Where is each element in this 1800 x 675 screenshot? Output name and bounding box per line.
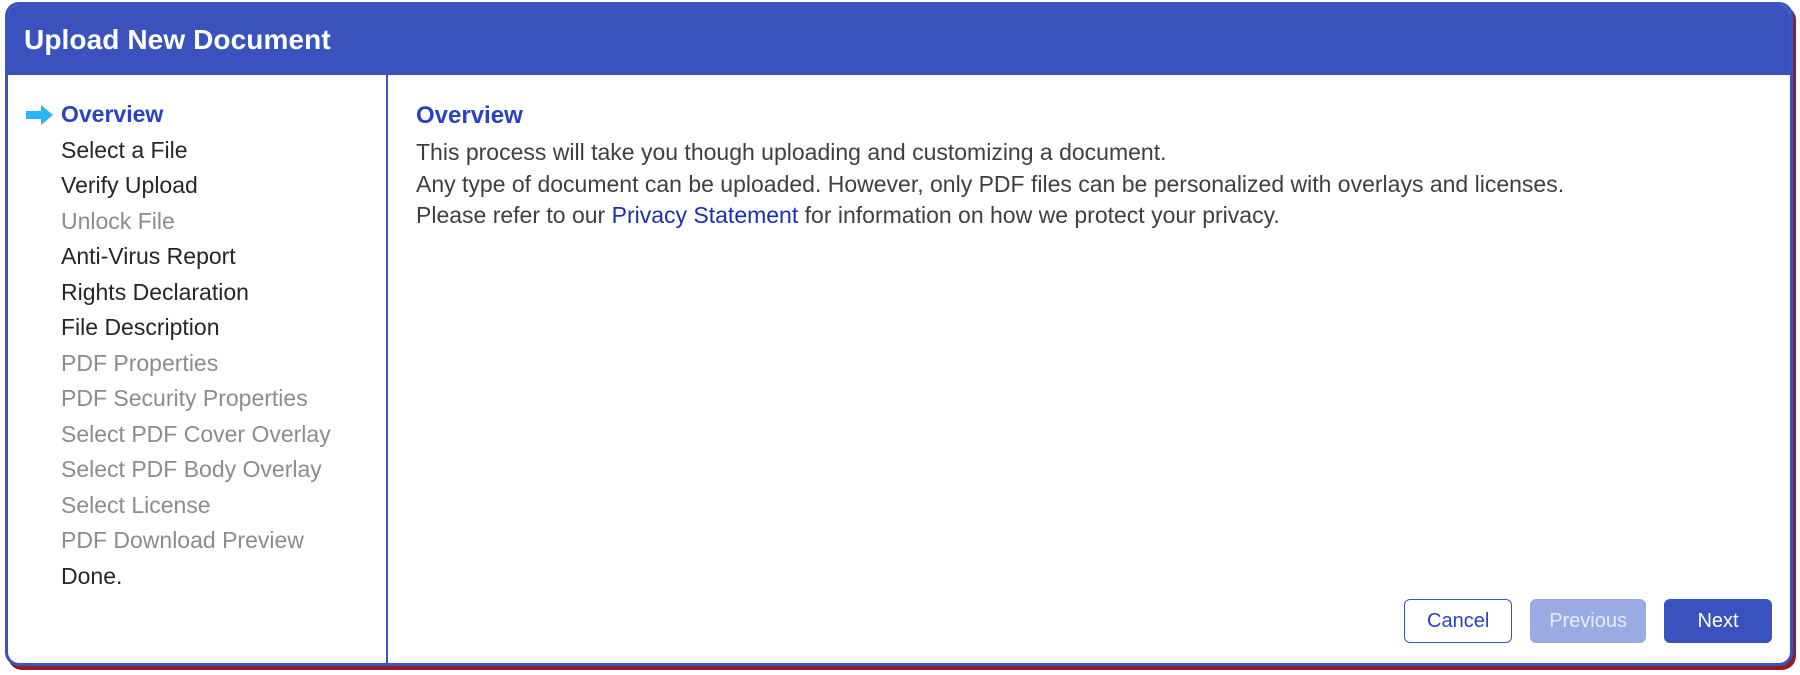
sidebar-item-label: PDF Download Preview bbox=[61, 527, 304, 554]
dialog-footer: Cancel Previous Next bbox=[416, 599, 1790, 663]
dialog-title: Upload New Document bbox=[24, 24, 331, 55]
sidebar-item-select-license: Select License bbox=[8, 488, 386, 524]
sidebar-item-label: Unlock File bbox=[61, 207, 175, 234]
sidebar-item-verify-upload[interactable]: Verify Upload bbox=[8, 168, 386, 204]
next-button[interactable]: Next bbox=[1664, 599, 1772, 643]
sidebar-item-select-pdf-cover-overlay: Select PDF Cover Overlay bbox=[8, 417, 386, 453]
sidebar-item-label: Select a File bbox=[61, 136, 188, 163]
sidebar-item-label: File Description bbox=[61, 314, 220, 341]
sidebar-item-label: Select PDF Body Overlay bbox=[61, 456, 322, 483]
right-arrow-icon bbox=[26, 104, 61, 125]
sidebar-item-unlock-file: Unlock File bbox=[8, 204, 386, 240]
previous-button: Previous bbox=[1530, 599, 1646, 643]
sidebar-item-label: Rights Declaration bbox=[61, 278, 249, 305]
sidebar-item-label: Done. bbox=[61, 562, 123, 589]
description-line-2: Any type of document can be uploaded. Ho… bbox=[416, 170, 1565, 197]
main-panel: Overview This process will take you thou… bbox=[388, 75, 1790, 663]
sidebar-item-done[interactable]: Done. bbox=[8, 559, 386, 595]
description-line-1: This process will take you though upload… bbox=[416, 139, 1167, 165]
dialog-body: Overview Select a File Verify Upload Unl… bbox=[8, 75, 1790, 663]
sidebar-item-select-a-file[interactable]: Select a File bbox=[8, 133, 386, 169]
sidebar-item-file-description[interactable]: File Description bbox=[8, 310, 386, 346]
sidebar-item-label: Select PDF Cover Overlay bbox=[61, 420, 331, 447]
dialog-titlebar: Upload New Document bbox=[8, 5, 1790, 75]
sidebar-item-label: PDF Properties bbox=[61, 349, 219, 376]
sidebar-item-overview[interactable]: Overview bbox=[8, 97, 386, 133]
sidebar-item-label: Select License bbox=[61, 491, 211, 518]
sidebar-item-pdf-properties: PDF Properties bbox=[8, 346, 386, 382]
sidebar-item-label: Overview bbox=[61, 101, 164, 128]
page-title: Overview bbox=[416, 102, 523, 129]
sidebar-item-pdf-security-properties: PDF Security Properties bbox=[8, 381, 386, 417]
sidebar-item-anti-virus-report[interactable]: Anti-Virus Report bbox=[8, 239, 386, 275]
wizard-step-list: Overview Select a File Verify Upload Unl… bbox=[8, 75, 388, 663]
description-line-3: Please refer to our Privacy Statement fo… bbox=[416, 200, 1790, 232]
upload-document-dialog: Upload New Document Overview Select a Fi… bbox=[5, 2, 1793, 666]
sidebar-item-pdf-download-preview: PDF Download Preview bbox=[8, 523, 386, 559]
sidebar-item-label: Verify Upload bbox=[61, 172, 198, 199]
privacy-text-prefix: Please refer to our bbox=[416, 202, 612, 229]
sidebar-item-select-pdf-body-overlay: Select PDF Body Overlay bbox=[8, 452, 386, 488]
sidebar-item-label: Anti-Virus Report bbox=[61, 243, 236, 270]
sidebar-item-rights-declaration[interactable]: Rights Declaration bbox=[8, 275, 386, 311]
privacy-statement-link[interactable]: Privacy Statement bbox=[612, 202, 799, 228]
sidebar-item-label: PDF Security Properties bbox=[61, 385, 308, 412]
privacy-text-suffix: for information on how we protect your p… bbox=[798, 202, 1280, 229]
cancel-button[interactable]: Cancel bbox=[1404, 599, 1513, 643]
